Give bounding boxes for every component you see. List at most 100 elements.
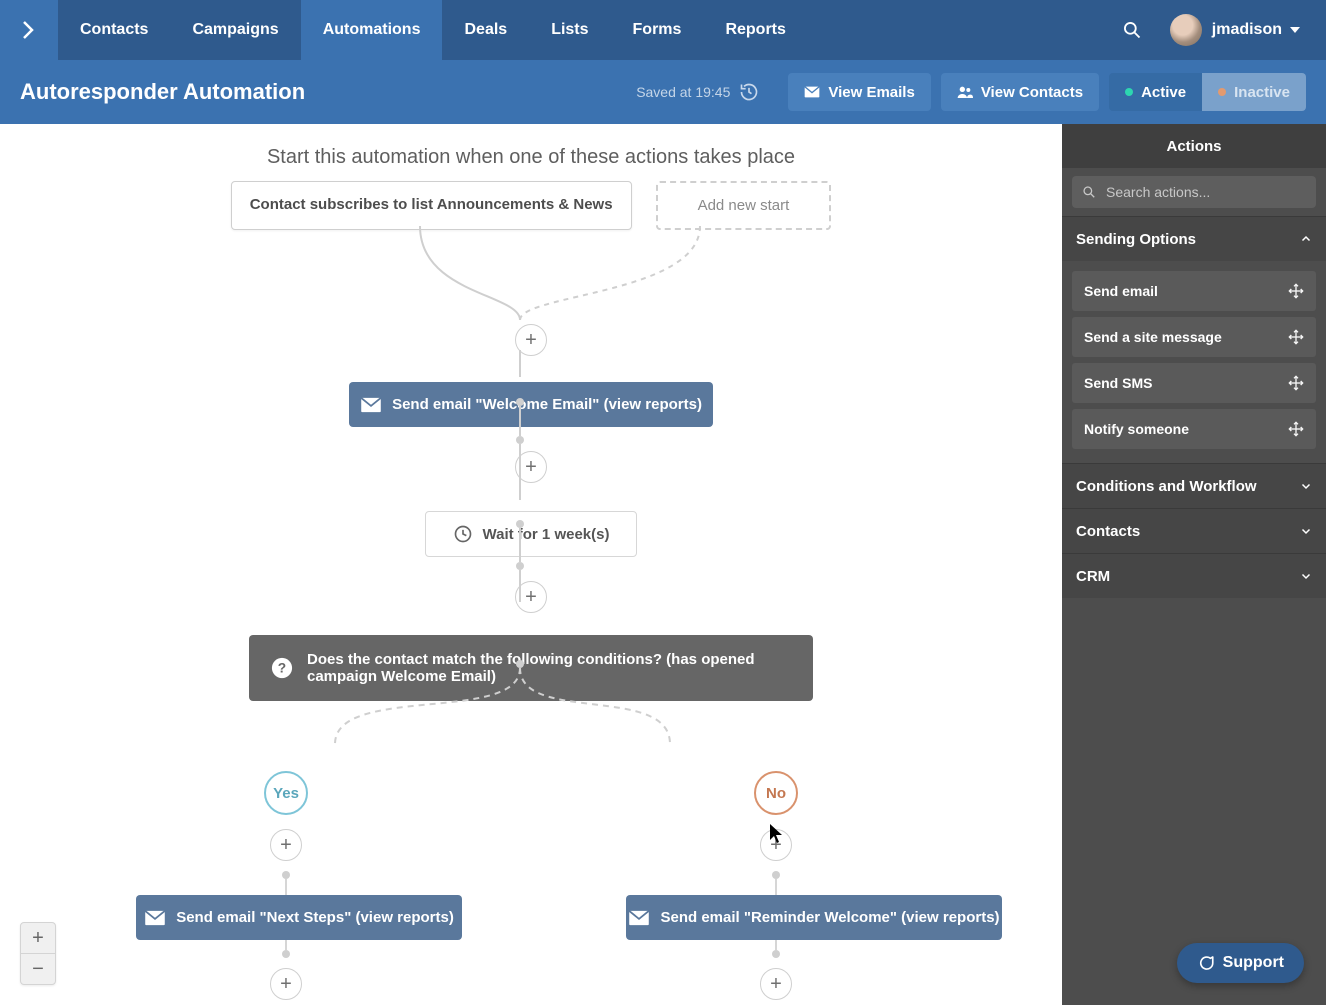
- nav-automations[interactable]: Automations: [301, 0, 443, 60]
- send-next-steps-label: Send email "Next Steps" (view reports): [176, 909, 454, 926]
- status-inactive-label: Inactive: [1234, 84, 1290, 101]
- brand-logo[interactable]: [0, 0, 58, 60]
- svg-text:?: ?: [278, 661, 286, 676]
- condition-label: Does the contact match the following con…: [307, 651, 791, 685]
- status-active-button[interactable]: Active: [1109, 73, 1202, 111]
- add-step-button[interactable]: +: [515, 451, 547, 483]
- action-send-sms-label: Send SMS: [1084, 375, 1152, 391]
- add-step-button[interactable]: +: [760, 829, 792, 861]
- search-icon: [1122, 20, 1142, 40]
- zoom-out-button[interactable]: −: [21, 953, 55, 984]
- automation-header: Autoresponder Automation Saved at 19:45 …: [0, 60, 1326, 124]
- add-step-button[interactable]: +: [760, 968, 792, 1000]
- action-send-sms[interactable]: Send SMS: [1072, 363, 1316, 403]
- move-icon: [1288, 421, 1304, 437]
- condition-node[interactable]: ? Does the contact match the following c…: [249, 635, 813, 701]
- send-welcome-email-node[interactable]: Send email "Welcome Email" (view reports…: [349, 382, 713, 427]
- section-conditions-label: Conditions and Workflow: [1076, 478, 1257, 495]
- clock-icon: [453, 524, 473, 544]
- status-inactive-button[interactable]: Inactive: [1202, 73, 1306, 111]
- status-dot-inactive-icon: [1218, 88, 1226, 96]
- view-contacts-label: View Contacts: [981, 84, 1083, 101]
- branch-label-no[interactable]: No: [754, 771, 798, 815]
- actions-sidebar: Actions Sending Options Send email Send …: [1062, 124, 1326, 1005]
- action-send-email-label: Send email: [1084, 283, 1158, 299]
- avatar[interactable]: [1170, 14, 1202, 46]
- send-welcome-email-label: Send email "Welcome Email" (view reports…: [392, 396, 702, 413]
- move-icon: [1288, 283, 1304, 299]
- add-start-node[interactable]: Add new start: [656, 181, 832, 230]
- section-contacts[interactable]: Contacts: [1062, 508, 1326, 553]
- chevron-right-icon: [17, 18, 41, 42]
- people-icon: [957, 85, 973, 99]
- wait-label: Wait for 1 week(s): [483, 526, 610, 543]
- action-notify-someone-label: Notify someone: [1084, 421, 1189, 437]
- username[interactable]: jmadison: [1212, 21, 1282, 39]
- saved-timestamp: Saved at 19:45: [636, 84, 730, 100]
- add-step-button[interactable]: +: [515, 581, 547, 613]
- action-notify-someone[interactable]: Notify someone: [1072, 409, 1316, 449]
- global-search-button[interactable]: [1112, 10, 1152, 50]
- mail-icon: [360, 397, 382, 413]
- send-reminder-label: Send email "Reminder Welcome" (view repo…: [660, 909, 999, 926]
- chevron-down-icon: [1300, 570, 1312, 582]
- action-send-site-message-label: Send a site message: [1084, 329, 1222, 345]
- section-sending-options[interactable]: Sending Options: [1062, 216, 1326, 261]
- canvas-title: Start this automation when one of these …: [0, 124, 1062, 169]
- zoom-in-button[interactable]: +: [21, 923, 55, 953]
- nav-campaigns[interactable]: Campaigns: [170, 0, 300, 60]
- user-menu-caret-icon[interactable]: [1290, 27, 1300, 33]
- question-icon: ?: [271, 657, 293, 679]
- history-icon: [739, 82, 759, 102]
- sidebar-search-input[interactable]: [1104, 183, 1306, 201]
- section-sending-label: Sending Options: [1076, 231, 1196, 248]
- search-icon: [1082, 185, 1096, 199]
- send-reminder-node[interactable]: Send email "Reminder Welcome" (view repo…: [626, 895, 1002, 940]
- no-branch: No + Send email "Reminder Welcome" (view…: [626, 771, 926, 1000]
- support-button[interactable]: Support: [1177, 943, 1304, 983]
- section-contacts-label: Contacts: [1076, 523, 1140, 540]
- yes-branch: Yes + Send email "Next Steps" (view repo…: [136, 771, 436, 1000]
- nav-forms[interactable]: Forms: [611, 0, 704, 60]
- move-icon: [1288, 375, 1304, 391]
- action-send-site-message[interactable]: Send a site message: [1072, 317, 1316, 357]
- mail-icon: [144, 910, 166, 926]
- view-emails-button[interactable]: View Emails: [788, 73, 930, 111]
- page-title: Autoresponder Automation: [20, 79, 305, 105]
- section-crm[interactable]: CRM: [1062, 553, 1326, 598]
- wait-node[interactable]: Wait for 1 week(s): [425, 511, 637, 557]
- chevron-up-icon: [1300, 233, 1312, 245]
- branch-label-yes[interactable]: Yes: [264, 771, 308, 815]
- section-crm-label: CRM: [1076, 568, 1110, 585]
- mail-icon: [628, 910, 650, 926]
- start-trigger-node[interactable]: Contact subscribes to list Announcements…: [231, 181, 632, 230]
- nav-deals[interactable]: Deals: [442, 0, 529, 60]
- history-button[interactable]: [738, 81, 760, 103]
- sidebar-search[interactable]: [1072, 176, 1316, 208]
- section-conditions[interactable]: Conditions and Workflow: [1062, 463, 1326, 508]
- action-send-email[interactable]: Send email: [1072, 271, 1316, 311]
- nav-reports[interactable]: Reports: [703, 0, 807, 60]
- sidebar-title: Actions: [1062, 124, 1326, 168]
- zoom-controls: + −: [20, 922, 56, 985]
- view-contacts-button[interactable]: View Contacts: [941, 73, 1099, 111]
- sidebar-search-wrap: [1062, 168, 1326, 216]
- status-active-label: Active: [1141, 84, 1186, 101]
- send-next-steps-node[interactable]: Send email "Next Steps" (view reports): [136, 895, 462, 940]
- add-step-button[interactable]: +: [515, 324, 547, 356]
- chevron-down-icon: [1300, 480, 1312, 492]
- mail-icon: [804, 86, 820, 98]
- status-dot-active-icon: [1125, 88, 1133, 96]
- status-toggle: Active Inactive: [1109, 73, 1306, 111]
- chat-icon: [1197, 954, 1215, 972]
- nav-contacts[interactable]: Contacts: [58, 0, 170, 60]
- chevron-down-icon: [1300, 525, 1312, 537]
- nav-lists[interactable]: Lists: [529, 0, 610, 60]
- add-step-button[interactable]: +: [270, 968, 302, 1000]
- top-nav: Contacts Campaigns Automations Deals Lis…: [0, 0, 1326, 60]
- add-step-button[interactable]: +: [270, 829, 302, 861]
- support-label: Support: [1223, 954, 1284, 972]
- view-emails-label: View Emails: [828, 84, 914, 101]
- automation-canvas[interactable]: Start this automation when one of these …: [0, 124, 1062, 1005]
- move-icon: [1288, 329, 1304, 345]
